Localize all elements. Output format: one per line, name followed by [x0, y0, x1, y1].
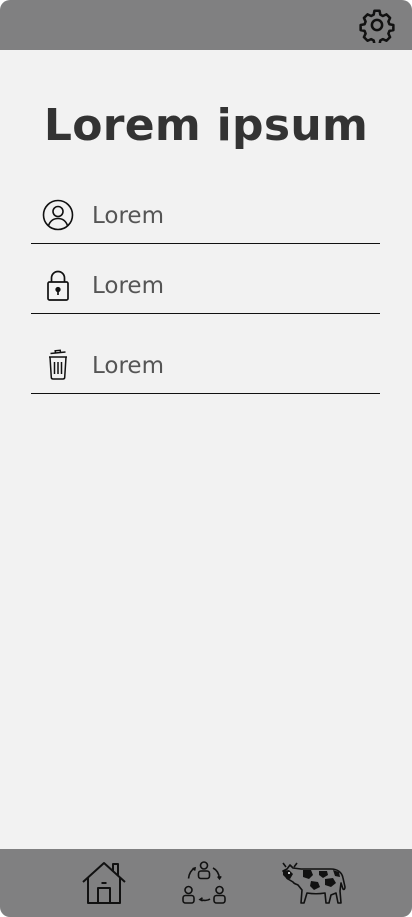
nav-community-button[interactable]	[178, 855, 230, 911]
home-icon	[82, 862, 126, 904]
username-field[interactable]: Lorem	[31, 198, 380, 244]
delete-field[interactable]: Lorem	[31, 348, 380, 394]
app-screen: Lorem ipsum Lorem Lorem Lorem	[0, 0, 412, 917]
settings-button[interactable]	[358, 6, 396, 44]
top-bar	[0, 0, 412, 50]
nav-home-button[interactable]	[78, 855, 130, 911]
lock-icon	[41, 268, 75, 302]
cow-icon	[282, 862, 346, 904]
user-circle-icon	[41, 198, 75, 232]
delete-field-label: Lorem	[92, 353, 164, 379]
gear-icon	[359, 9, 395, 43]
password-field[interactable]: Lorem	[31, 268, 380, 314]
bottom-nav	[0, 849, 412, 917]
trash-icon	[41, 348, 75, 382]
page-title: Lorem ipsum	[43, 100, 369, 151]
nav-livestock-button[interactable]	[280, 855, 350, 911]
username-field-label: Lorem	[92, 203, 164, 229]
password-field-label: Lorem	[92, 273, 164, 299]
group-cycle-icon	[182, 861, 226, 904]
